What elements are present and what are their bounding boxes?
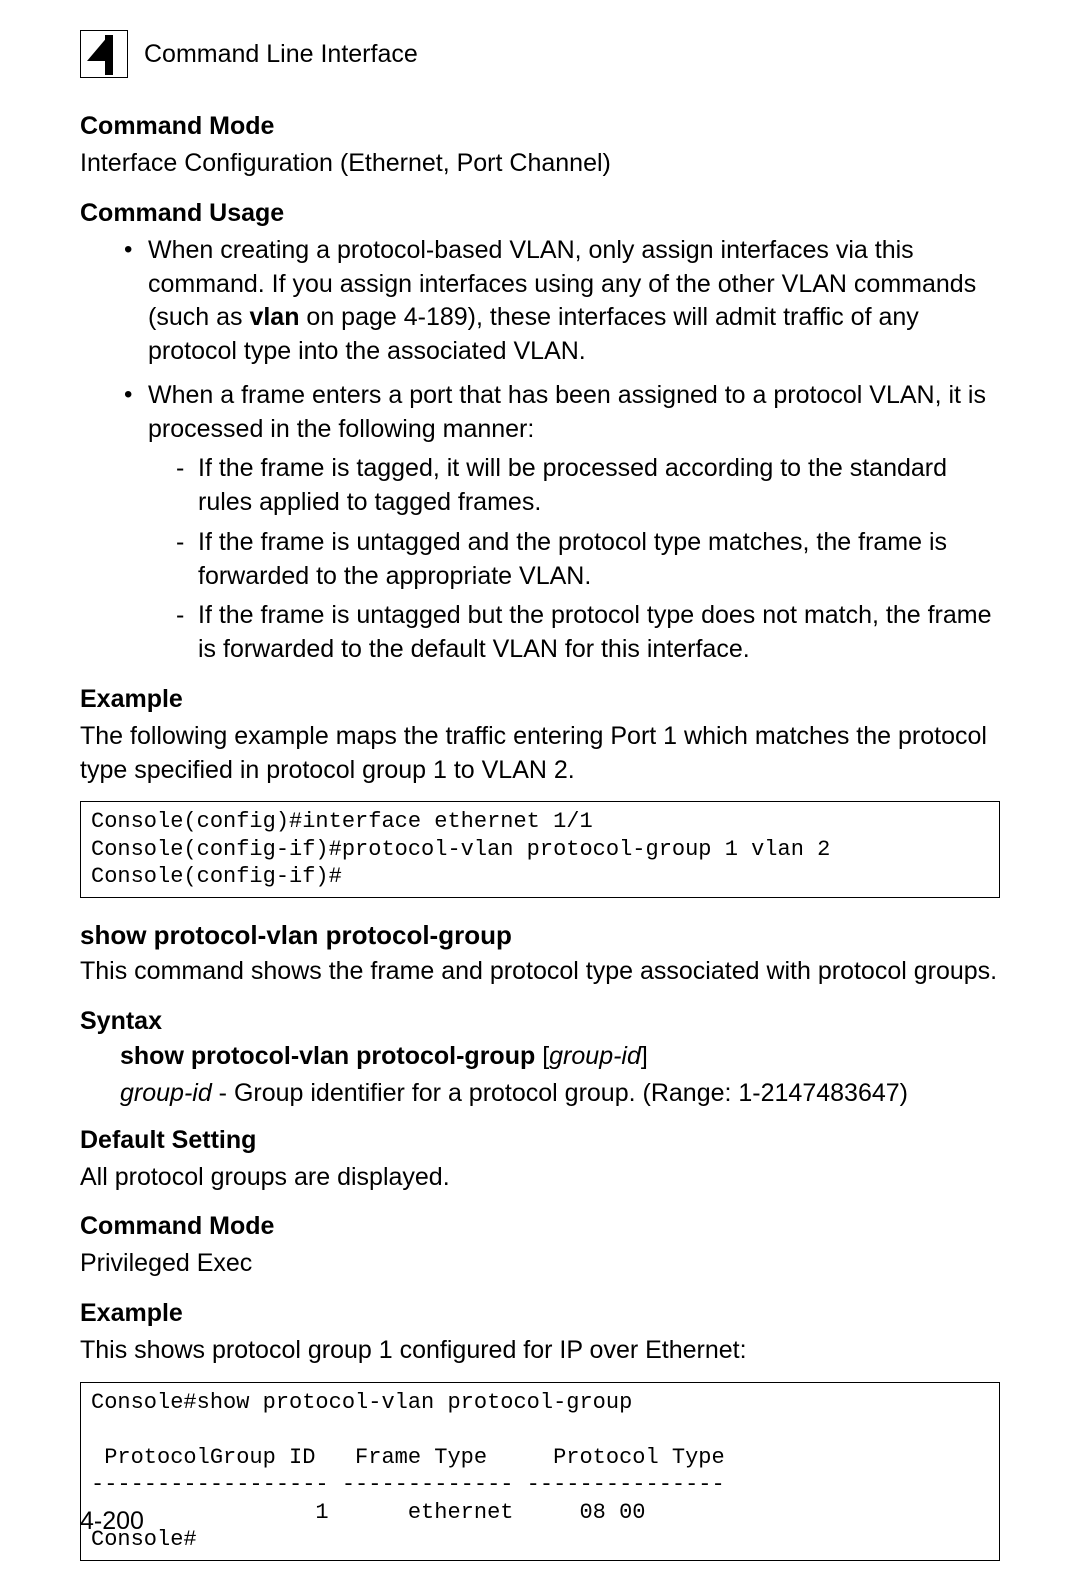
command-mode-text: Interface Configuration (Ethernet, Port … (80, 147, 1000, 181)
list-item: If the frame is untagged but the protoco… (176, 599, 1000, 667)
syntax-bracket-open: [ (535, 1042, 549, 1070)
syntax-arg-italic: group-id (549, 1042, 641, 1070)
chapter-number-icon (80, 30, 128, 78)
code-block-2: Console#show protocol-vlan protocol-grou… (80, 1382, 1000, 1561)
heading-command-usage: Command Usage (80, 199, 1000, 228)
code-block-1: Console(config)#interface ethernet 1/1 C… (80, 801, 1000, 898)
syntax-param-italic: group-id (120, 1079, 212, 1107)
list-item: If the frame is tagged, it will be proce… (176, 452, 1000, 520)
header-title: Command Line Interface (144, 40, 418, 69)
page-header: Command Line Interface (80, 30, 1000, 78)
list-item: If the frame is untagged and the protoco… (176, 526, 1000, 594)
heading-example-1: Example (80, 685, 1000, 714)
syntax-cmd-bold: show protocol-vlan protocol-group (120, 1042, 535, 1070)
command-usage-bullets: When creating a protocol-based VLAN, onl… (120, 234, 1000, 667)
list-item: When creating a protocol-based VLAN, onl… (120, 234, 1000, 369)
heading-default-setting: Default Setting (80, 1126, 1000, 1155)
default-setting-text: All protocol groups are displayed. (80, 1161, 1000, 1195)
heading-syntax: Syntax (80, 1007, 1000, 1036)
syntax-bracket-close: ] (641, 1042, 648, 1070)
syntax-param-line: group-id - Group identifier for a protoc… (120, 1079, 1000, 1108)
document-page: Command Line Interface Command Mode Inte… (0, 0, 1080, 1570)
heading-command-mode-2: Command Mode (80, 1212, 1000, 1241)
usage-b1-bold: vlan (249, 303, 299, 331)
page-number: 4-200 (80, 1507, 144, 1536)
command-title-show-protocol-vlan: show protocol-vlan protocol-group (80, 920, 1000, 951)
heading-command-mode: Command Mode (80, 112, 1000, 141)
example-2-text: This shows protocol group 1 configured f… (80, 1334, 1000, 1368)
list-item: When a frame enters a port that has been… (120, 379, 1000, 667)
usage-b2: When a frame enters a port that has been… (148, 381, 986, 443)
syntax-param-rest: - Group identifier for a protocol group.… (212, 1079, 908, 1107)
command-mode-2-text: Privileged Exec (80, 1247, 1000, 1281)
usage-sub-list: If the frame is tagged, it will be proce… (176, 452, 1000, 667)
command-description: This command shows the frame and protoco… (80, 955, 1000, 989)
example-1-text: The following example maps the traffic e… (80, 720, 1000, 788)
heading-example-2: Example (80, 1299, 1000, 1328)
syntax-command-line: show protocol-vlan protocol-group [group… (120, 1042, 1000, 1071)
